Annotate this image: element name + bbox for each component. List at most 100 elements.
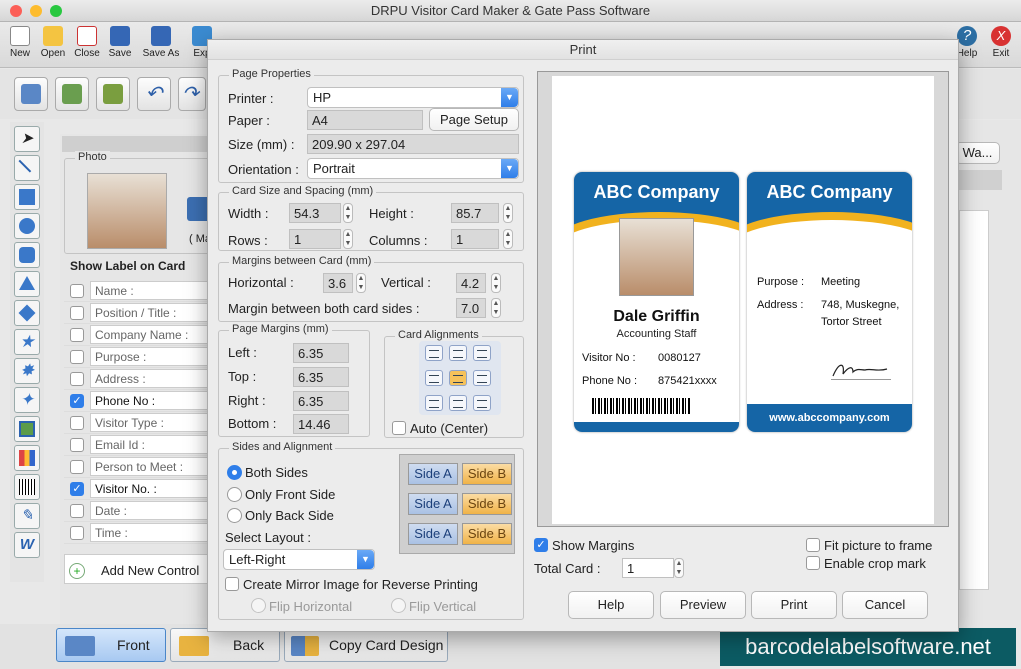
window-close-control[interactable] — [10, 5, 22, 17]
field-checkbox[interactable] — [70, 372, 84, 386]
columns-stepper[interactable]: ▲ ▼ — [503, 229, 513, 249]
field-label-box[interactable]: Phone No : — [90, 391, 214, 410]
copy-card-design-button[interactable]: Copy Card Design — [284, 628, 448, 662]
layout-select[interactable]: Left-Right ▼ — [223, 549, 375, 570]
signature-tool[interactable]: ✎ — [14, 503, 40, 529]
field-label-box[interactable]: Email Id : — [90, 435, 214, 454]
field-label-box[interactable]: Position / Title : — [90, 303, 214, 322]
columns-field[interactable]: 1 — [451, 229, 499, 249]
help-dialog-button[interactable]: Help — [568, 591, 654, 619]
rectangle-tool[interactable] — [14, 184, 40, 210]
right-margin-field[interactable]: 6.35 — [293, 391, 349, 411]
bottom-margin-field[interactable]: 14.46 — [293, 414, 349, 434]
rounded-rect-tool[interactable] — [14, 242, 40, 268]
total-card-stepper[interactable]: ▲ ▼ — [674, 558, 684, 578]
field-label-box[interactable]: Company Name : — [90, 325, 214, 344]
picture-tool[interactable] — [14, 416, 40, 442]
pointer-tool[interactable]: ➤ — [14, 126, 40, 152]
sides-margin-stepper[interactable]: ▲ ▼ — [491, 298, 501, 318]
back-button[interactable]: Back — [170, 628, 280, 662]
library-tool[interactable] — [14, 445, 40, 471]
field-label-box[interactable]: Name : — [90, 281, 214, 300]
field-label-box[interactable]: Purpose : — [90, 347, 214, 366]
page-setup-button[interactable]: Page Setup — [429, 108, 519, 131]
align-top-center[interactable] — [449, 345, 467, 361]
height-stepper[interactable]: ▲ ▼ — [503, 203, 513, 223]
show-margins-checkbox[interactable]: ✓ — [534, 538, 548, 552]
align-bottom-center[interactable] — [449, 395, 467, 411]
left-margin-field[interactable]: 6.35 — [293, 343, 349, 363]
properties-button[interactable] — [14, 77, 48, 111]
wizard-button[interactable]: Wa... — [955, 142, 1000, 164]
window-zoom-control[interactable] — [50, 5, 62, 17]
barcode-tool[interactable] — [14, 474, 40, 500]
field-checkbox[interactable] — [70, 284, 84, 298]
triangle-tool[interactable] — [14, 271, 40, 297]
align-bottom-right[interactable] — [473, 395, 491, 411]
field-label-box[interactable]: Date : — [90, 501, 214, 520]
align-center[interactable] — [449, 370, 467, 386]
width-stepper[interactable]: ▲ ▼ — [343, 203, 353, 223]
exit-button[interactable]: X Exit — [984, 24, 1018, 59]
undo-button[interactable]: ↶ — [137, 77, 171, 111]
front-side-radio[interactable] — [227, 487, 242, 502]
vertical-stepper[interactable]: ▲ ▼ — [491, 273, 501, 293]
align-top-left[interactable] — [425, 345, 443, 361]
align-middle-right[interactable] — [473, 370, 491, 386]
crop-mark-checkbox[interactable] — [806, 556, 820, 570]
save-as-button[interactable]: Save As — [141, 24, 181, 59]
add-new-control-button[interactable]: + Add New Control — [64, 554, 214, 584]
cancel-button[interactable]: Cancel — [842, 591, 928, 619]
star-tool[interactable]: ★ — [14, 329, 40, 355]
field-label-box[interactable]: Address : — [90, 369, 214, 388]
field-label-box[interactable]: Person to Meet : — [90, 457, 214, 476]
field-checkbox[interactable] — [70, 350, 84, 364]
cross-star-tool[interactable]: ✦ — [14, 387, 40, 413]
field-checkbox[interactable] — [70, 438, 84, 452]
window-minimize-control[interactable] — [30, 5, 42, 17]
align-top-right[interactable] — [473, 345, 491, 361]
field-checkbox[interactable] — [70, 328, 84, 342]
redo-button[interactable]: ↷ — [178, 77, 206, 111]
horizontal-stepper[interactable]: ▲ ▼ — [356, 273, 366, 293]
field-checkbox[interactable]: ✓ — [70, 394, 84, 408]
save-button[interactable]: Save — [103, 24, 137, 59]
new-button[interactable]: New — [3, 24, 37, 59]
card-height-field[interactable]: 85.7 — [451, 203, 499, 223]
align-bottom-left[interactable] — [425, 395, 443, 411]
open-button[interactable]: Open — [36, 24, 70, 59]
card-width-field[interactable]: 54.3 — [289, 203, 341, 223]
field-checkbox[interactable] — [70, 306, 84, 320]
diamond-tool[interactable] — [14, 300, 40, 326]
field-checkbox[interactable] — [70, 504, 84, 518]
rows-stepper[interactable]: ▲ ▼ — [343, 229, 353, 249]
ellipse-tool[interactable] — [14, 213, 40, 239]
flip-horizontal-radio[interactable] — [251, 598, 266, 613]
printer-select[interactable]: HP ▼ — [307, 87, 519, 108]
back-side-radio[interactable] — [227, 508, 242, 523]
close-doc-button[interactable]: Close — [70, 24, 104, 59]
auto-center-checkbox[interactable] — [392, 421, 406, 435]
field-checkbox[interactable] — [70, 416, 84, 430]
line-tool[interactable] — [14, 155, 40, 181]
top-margin-field[interactable]: 6.35 — [293, 367, 349, 387]
front-button[interactable]: Front — [56, 628, 166, 662]
rows-field[interactable]: 1 — [289, 229, 341, 249]
orientation-select[interactable]: Portrait ▼ — [307, 158, 519, 179]
fit-picture-checkbox[interactable] — [806, 538, 820, 552]
total-card-field[interactable]: 1 — [622, 558, 674, 578]
sides-margin-field[interactable]: 7.0 — [456, 298, 486, 318]
align-middle-left[interactable] — [425, 370, 443, 386]
burst-tool[interactable]: ✸ — [14, 358, 40, 384]
field-checkbox[interactable] — [70, 460, 84, 474]
field-label-box[interactable]: Time : — [90, 523, 214, 542]
horizontal-margin-field[interactable]: 3.6 — [323, 273, 353, 293]
field-checkbox[interactable]: ✓ — [70, 482, 84, 496]
both-sides-radio[interactable] — [227, 465, 242, 480]
print-button[interactable]: Print — [751, 591, 837, 619]
field-label-box[interactable]: Visitor No. : — [90, 479, 214, 498]
preview-button[interactable]: Preview — [660, 591, 746, 619]
wordart-tool[interactable]: W — [14, 532, 40, 558]
image-button[interactable] — [55, 77, 89, 111]
field-checkbox[interactable] — [70, 526, 84, 540]
